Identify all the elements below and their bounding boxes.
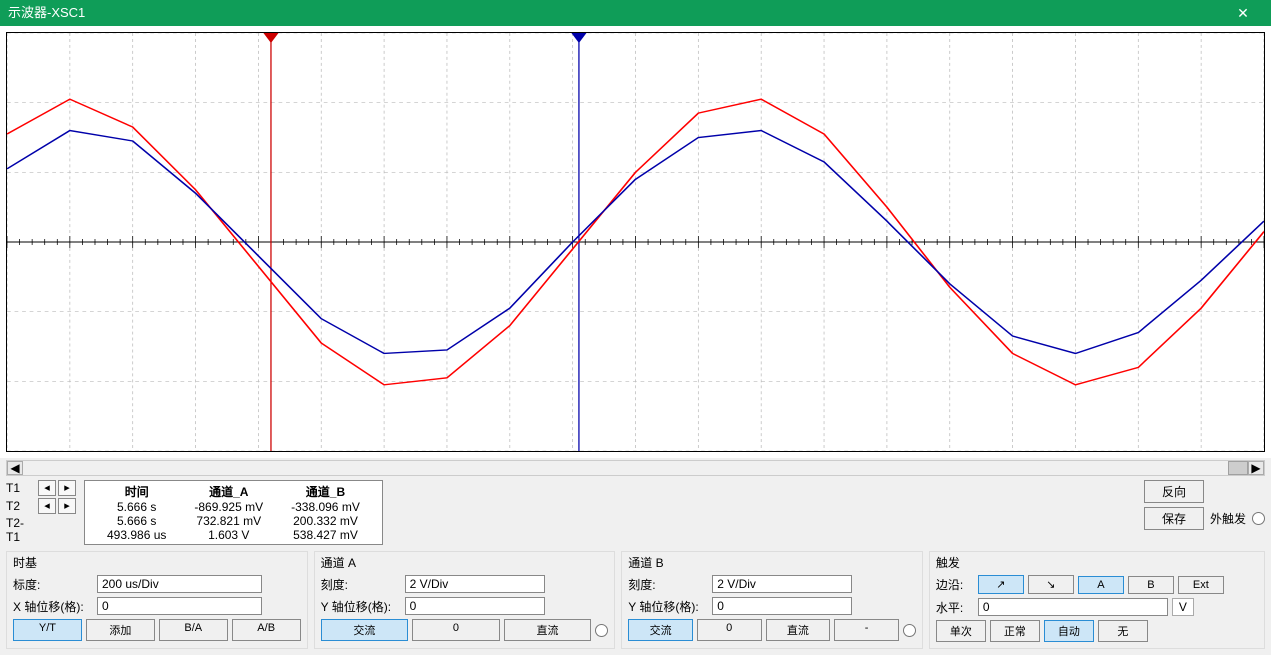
chb-scale-label: 刻度: [628,576,708,593]
scroll-left-button[interactable]: ◀ [7,461,23,475]
scope-grid [7,33,1264,451]
header-cha: 通道_A [180,483,277,500]
cursor-controls: T1 ◂ ▸ T2 ◂ ▸ T2-T1 [6,480,76,544]
control-panels: 时基 标度: X 轴位移(格): Y/T 添加 B/A A/B 通道 A 刻度:… [0,549,1271,655]
cha-scale-label: 刻度: [321,576,401,593]
readout-row: T1 ◂ ▸ T2 ◂ ▸ T2-T1 时间 通道_A 通道_B 5.666 s… [0,476,1271,549]
readout-table: 时间 通道_A 通道_B 5.666 s -869.925 mV -338.09… [84,480,383,545]
trig-auto-button[interactable]: 自动 [1044,620,1094,642]
timebase-scale-input[interactable] [97,575,262,593]
scroll-thumb[interactable] [1228,461,1248,475]
horizontal-scrollbar[interactable]: ◀ ▶ [6,460,1265,476]
chb-yoff-input[interactable] [712,597,852,615]
header-chb: 通道_B [277,483,374,500]
save-button[interactable]: 保存 [1144,507,1204,530]
channel-b-panel: 通道 B 刻度: Y 轴位移(格): 交流 0 直流 - [621,551,923,649]
trig-single-button[interactable]: 单次 [936,620,986,642]
cha-enable-radio[interactable] [595,624,608,637]
mode-add-button[interactable]: 添加 [86,619,155,641]
mode-ab-button[interactable]: A/B [232,619,301,641]
t1-chb: -338.096 mV [277,500,374,514]
trig-none-button[interactable]: 无 [1098,620,1148,642]
t2-chb: 200.332 mV [277,514,374,528]
t2-time: 5.666 s [93,514,180,528]
channel-a-panel: 通道 A 刻度: Y 轴位移(格): 交流 0 直流 [314,551,616,649]
trigger-title: 触发 [936,554,1258,571]
dt-time: 493.986 us [93,528,180,542]
trigger-panel: 触发 边沿: ↗ ↘ A B Ext 水平: V 单次 正常 自动 无 [929,551,1265,649]
cha-yoff-label: Y 轴位移(格): [321,598,401,615]
level-label: 水平: [936,599,974,616]
dt-chb: 538.427 mV [277,528,374,542]
mode-ba-button[interactable]: B/A [159,619,228,641]
level-unit-select[interactable]: V [1172,598,1194,616]
edge-b-button[interactable]: B [1128,576,1174,594]
chb-ac-button[interactable]: 交流 [628,619,693,641]
cha-scale-input[interactable] [405,575,545,593]
t1-left-button[interactable]: ◂ [38,480,56,496]
dt-cha: 1.603 V [180,528,277,542]
plot-container [0,26,1271,458]
scroll-track[interactable] [23,461,1248,475]
chb-scale-input[interactable] [712,575,852,593]
t2-label: T2 [6,499,36,513]
scroll-right-button[interactable]: ▶ [1248,461,1264,475]
close-button[interactable]: ✕ [1223,0,1263,26]
edge-rise-button[interactable]: ↗ [978,575,1024,594]
cha-ac-button[interactable]: 交流 [321,619,409,641]
t1-time: 5.666 s [93,500,180,514]
timebase-title: 时基 [13,554,301,571]
t2-left-button[interactable]: ◂ [38,498,56,514]
reverse-button[interactable]: 反向 [1144,480,1204,503]
chb-enable-radio[interactable] [903,624,916,637]
t1-label: T1 [6,481,36,495]
timebase-xoff-label: X 轴位移(格): [13,598,93,615]
t1-right-button[interactable]: ▸ [58,480,76,496]
chb-dc-button[interactable]: 直流 [766,619,831,641]
chb-zero-button[interactable]: 0 [697,619,762,641]
edge-ext-button[interactable]: Ext [1178,576,1224,594]
ext-trigger-label: 外触发 [1210,510,1246,527]
header-time: 时间 [93,483,180,500]
window-title: 示波器-XSC1 [8,0,85,26]
level-input[interactable] [978,598,1168,616]
timebase-scale-label: 标度: [13,576,93,593]
ext-trigger-radio[interactable] [1252,512,1265,525]
timebase-xoff-input[interactable] [97,597,262,615]
edge-label: 边沿: [936,576,974,593]
title-bar: 示波器-XSC1 ✕ [0,0,1271,26]
side-buttons: 反向 保存 外触发 [1144,480,1265,530]
dt-label: T2-T1 [6,516,36,544]
chb-title: 通道 B [628,554,916,571]
cha-yoff-input[interactable] [405,597,545,615]
cha-zero-button[interactable]: 0 [412,619,500,641]
chb-yoff-label: Y 轴位移(格): [628,598,708,615]
mode-yt-button[interactable]: Y/T [13,619,82,641]
oscilloscope-display[interactable] [6,32,1265,452]
t2-right-button[interactable]: ▸ [58,498,76,514]
edge-fall-button[interactable]: ↘ [1028,575,1074,594]
edge-a-button[interactable]: A [1078,576,1124,594]
cha-title: 通道 A [321,554,609,571]
cha-dc-button[interactable]: 直流 [504,619,592,641]
trig-normal-button[interactable]: 正常 [990,620,1040,642]
timebase-panel: 时基 标度: X 轴位移(格): Y/T 添加 B/A A/B [6,551,308,649]
t1-cha: -869.925 mV [180,500,277,514]
chb-invert-button[interactable]: - [834,619,899,641]
t2-cha: 732.821 mV [180,514,277,528]
